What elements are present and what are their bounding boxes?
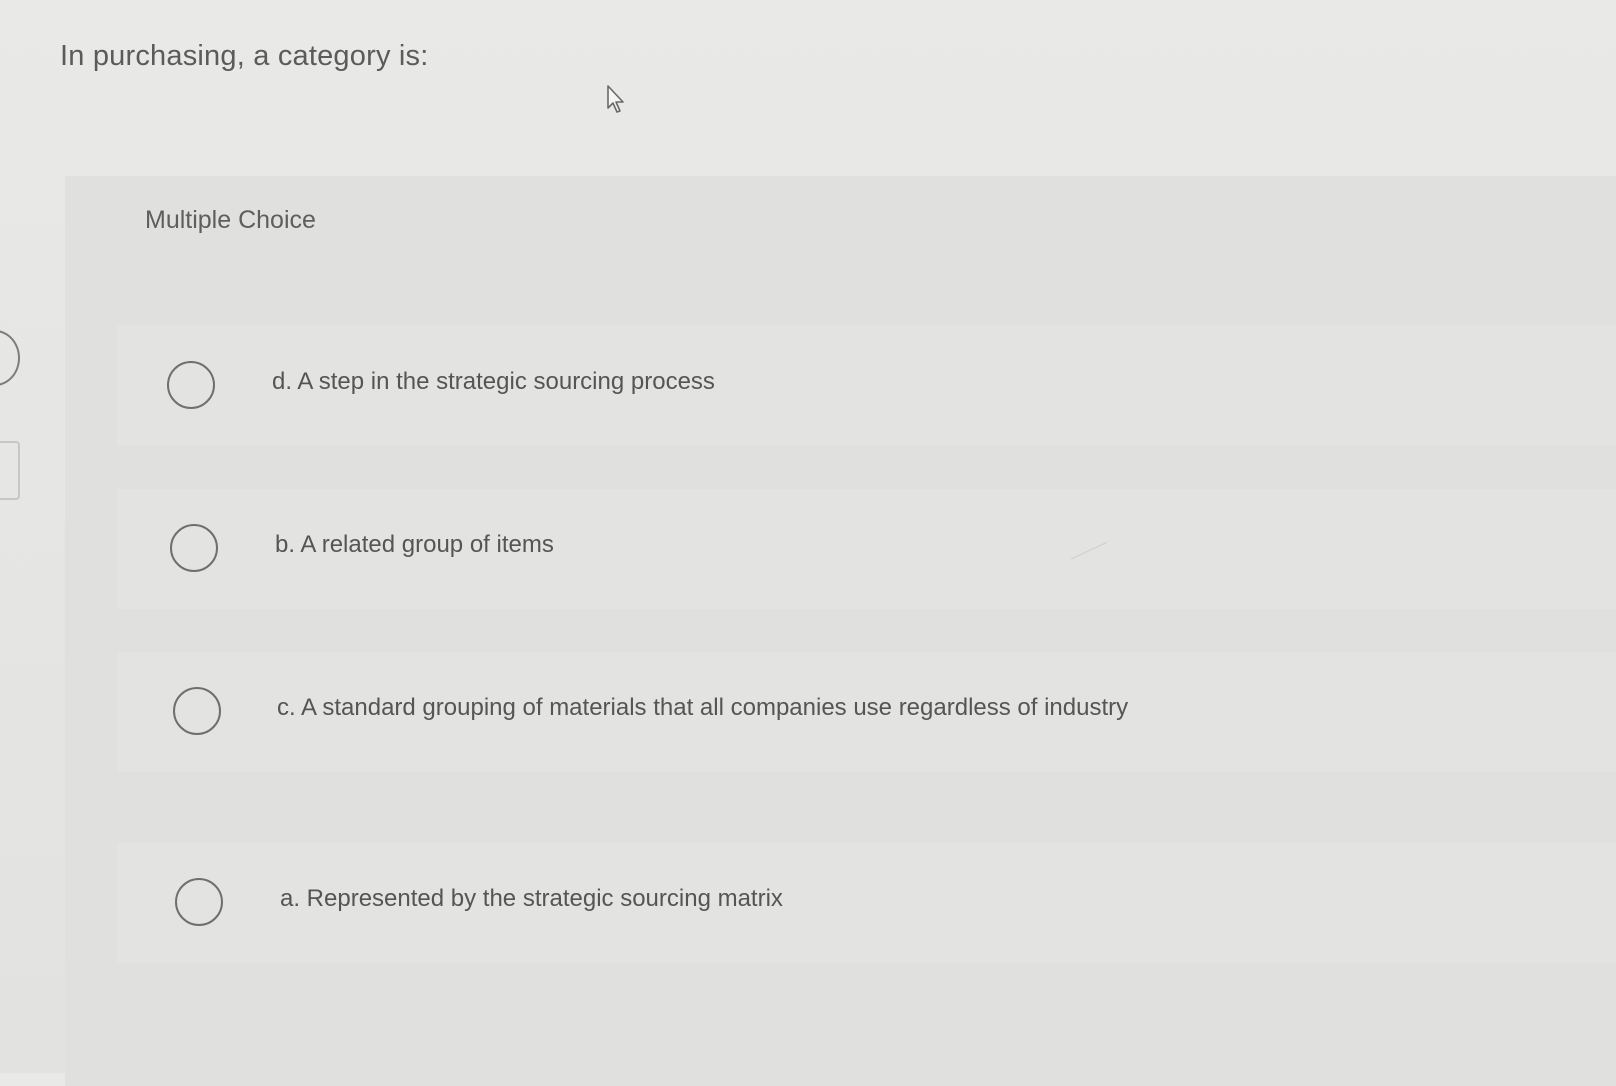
choice-d[interactable]: d. A step in the strategic sourcing proc…	[117, 326, 1616, 446]
radio-button-icon[interactable]	[167, 361, 215, 409]
question-title: In purchasing, a category is:	[60, 40, 429, 72]
choice-text: d. A step in the strategic sourcing proc…	[272, 368, 715, 395]
choice-b[interactable]: b. A related group of items	[117, 489, 1616, 609]
side-panel-tab[interactable]	[0, 441, 20, 500]
radio-button-icon[interactable]	[173, 687, 221, 735]
choice-text: c. A standard grouping of materials that…	[277, 694, 1129, 721]
mouse-pointer-icon	[606, 84, 628, 114]
choice-a[interactable]: a. Represented by the strategic sourcing…	[117, 843, 1616, 963]
question-card: Multiple Choice d. A step in the strateg…	[65, 176, 1616, 1086]
choice-text: b. A related group of items	[275, 531, 554, 558]
radio-button-icon[interactable]	[175, 878, 223, 926]
radio-button-icon[interactable]	[170, 524, 218, 572]
choice-text: a. Represented by the strategic sourcing…	[280, 885, 783, 912]
side-toggle-icon[interactable]	[0, 330, 20, 386]
choice-c[interactable]: c. A standard grouping of materials that…	[117, 652, 1616, 772]
question-type-label: Multiple Choice	[145, 206, 316, 234]
